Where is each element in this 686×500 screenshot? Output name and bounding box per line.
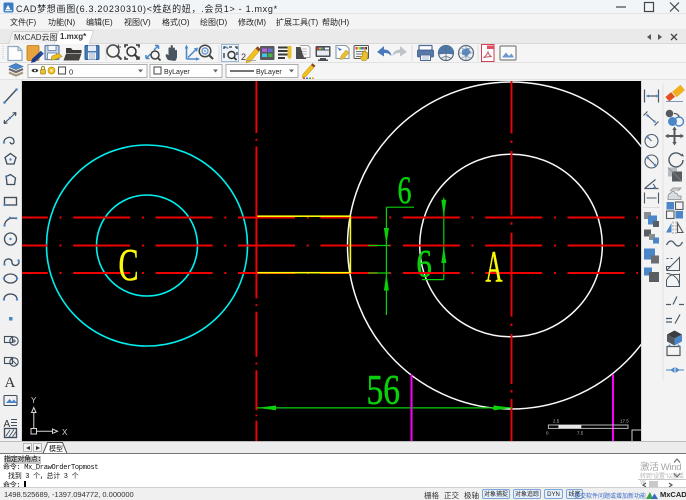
svg-text:6: 6 — [398, 169, 412, 212]
svg-text:0: 0 — [546, 431, 549, 436]
svg-text:56: 56 — [367, 368, 401, 414]
svg-text:Y: Y — [31, 396, 37, 405]
svg-text:A: A — [486, 242, 503, 291]
svg-text:7.5: 7.5 — [577, 431, 584, 436]
svg-text:X: X — [62, 428, 68, 437]
svg-text:C: C — [119, 240, 139, 290]
svg-text:6: 6 — [416, 243, 432, 286]
svg-text:17.5: 17.5 — [620, 419, 629, 424]
svg-text:2.5: 2.5 — [553, 419, 560, 424]
